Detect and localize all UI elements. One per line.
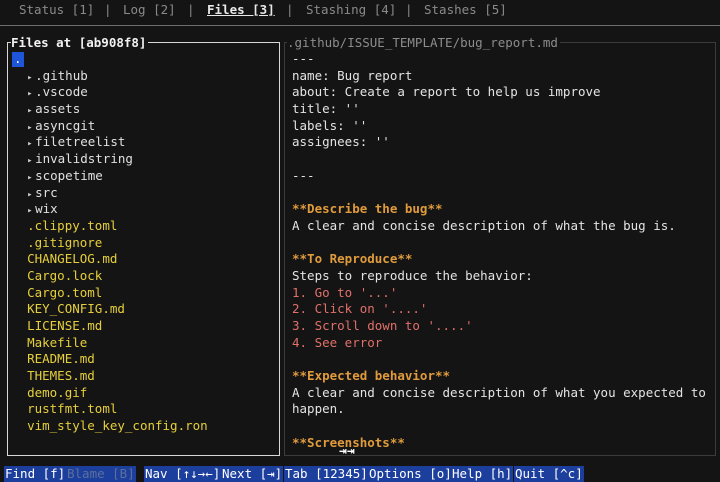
folder-name: filetreelist [35,134,126,150]
tab-separator: | [187,2,195,17]
tab-status[interactable]: Status [1] [19,2,94,19]
tree-root-label: . [12,51,24,67]
preview-line: 1. Go to '...' [292,284,398,300]
file-name: rustfmt.toml [27,401,118,417]
tree-folder[interactable]: ▸ wix [12,201,208,218]
file-name: Cargo.lock [27,267,103,283]
tree-file[interactable]: CHANGELOG.md [12,251,208,268]
folder-name: wix [35,201,58,217]
tab-stashes[interactable]: Stashes [5] [424,2,507,19]
tree-file[interactable]: KEY_CONFIG.md [12,301,208,318]
file-name: .gitignore [27,234,103,250]
quit-button[interactable]: Quit [^c] [514,466,584,482]
tree-file[interactable]: vim_style_key_config.ron [12,418,208,435]
preview-line: 4. See error [292,334,383,350]
tree-file[interactable]: README.md [12,351,208,368]
tree-file[interactable]: .gitignore [12,235,208,252]
file-name: THEMES.md [27,368,95,384]
tree-folder[interactable]: ▸ .github [12,68,208,85]
tree-folder[interactable]: ▸ src [12,185,208,202]
tree-folder[interactable]: ▸ invalidstring [12,151,208,168]
file-preview-title: .github/ISSUE_TEMPLATE/bug_report.md [287,35,560,52]
folder-name: asyncgit [35,117,96,133]
tree-folder[interactable]: ▸ filetreelist [12,134,208,151]
preview-line [292,418,706,435]
tree-folder[interactable]: ▸ assets [12,101,208,118]
tree-file[interactable]: .clippy.toml [12,218,208,235]
tree-file[interactable]: rustfmt.toml [12,401,208,418]
tree-file[interactable]: Cargo.toml [12,285,208,302]
folder-name: .vscode [35,84,88,100]
preview-line: Steps to reproduce the behavior: [292,267,533,283]
file-name: README.md [27,351,95,367]
tree-file[interactable]: THEMES.md [12,368,208,385]
tab-separator: | [405,2,413,17]
tree-file[interactable]: Makefile [12,335,208,352]
find-button[interactable]: Find [f] [4,466,67,482]
file-name: LICENSE.md [27,318,103,333]
preview-line: labels: '' [292,117,368,133]
tree-folder[interactable]: ▸ asyncgit [12,118,208,135]
tab-log[interactable]: Log [2] [123,2,176,19]
folder-name: invalidstring [35,151,133,167]
preview-line: **Describe the bug** [292,201,443,217]
next-button[interactable]: Next [⇥] [221,466,284,482]
command-bar: Find [f] Blame [B] Nav [↑↓→←] Next [⇥] T… [0,466,720,482]
tab-divider [0,25,720,26]
tree-file[interactable]: LICENSE.md [12,318,208,335]
tab-files[interactable]: Files [3] [207,2,275,19]
scroll-indicator-icon: ⇥⇥ [339,444,355,459]
tree-root[interactable]: . [12,51,208,68]
tab-switch-button[interactable]: Tab [12345] [284,466,369,482]
tab-bar: Status [1] | Log [2] | Files [3] | Stash… [0,0,720,22]
tree-file[interactable]: demo.gif [12,385,208,402]
folder-name: assets [35,101,81,117]
preview-line: A clear and concise description of what … [292,384,706,400]
file-name: KEY_CONFIG.md [27,301,125,317]
preview-line [292,151,706,168]
tree-folder[interactable]: ▸ scopetime [12,168,208,185]
preview-line: assignees: '' [292,134,390,150]
file-name: Makefile [27,334,88,350]
preview-line: A clear and concise description of what … [292,217,676,233]
preview-line [292,185,706,202]
file-name: CHANGELOG.md [27,251,118,267]
preview-line [292,235,706,252]
preview-line: title: '' [292,101,360,117]
file-tree[interactable]: . ▸ .github ▸ .vscode ▸ assets ▸ asyncgit ▸ f… [12,51,208,435]
preview-line: **Expected behavior** [292,368,451,384]
tab-separator: | [286,2,294,17]
tab-stashing[interactable]: Stashing [4] [306,2,396,19]
folder-name: src [35,184,58,200]
preview-line: **To Reproduce** [292,251,413,267]
tab-separator: | [104,2,112,17]
preview-line: about: Create a report to help us improv… [292,84,601,100]
preview-line: --- [292,51,315,66]
preview-line: happen. [292,401,345,417]
preview-line [292,351,706,368]
tree-folder[interactable]: ▸ .vscode [12,84,208,101]
file-name: vim_style_key_config.ron [27,418,208,434]
help-button[interactable]: Help [h] [451,466,514,482]
file-name: demo.gif [27,384,88,400]
preview-line: 3. Scroll down to '....' [292,318,473,333]
nav-button[interactable]: Nav [↑↓→←] [144,466,222,482]
preview-line: 2. Click on '....' [292,301,428,317]
folder-name: .github [35,67,88,83]
tree-file[interactable]: Cargo.lock [12,268,208,285]
preview-line: name: Bug report [292,67,413,83]
file-tree-title: Files at [ab908f8] [11,35,149,52]
file-preview-content[interactable]: --- name: Bug report about: Create a repor… [292,51,706,452]
options-button[interactable]: Options [o] [368,466,453,482]
folder-name: scopetime [35,167,103,183]
file-name: Cargo.toml [27,284,103,300]
file-name: .clippy.toml [27,217,118,233]
preview-line: --- [292,167,315,183]
blame-button[interactable]: Blame [B] [66,466,136,482]
